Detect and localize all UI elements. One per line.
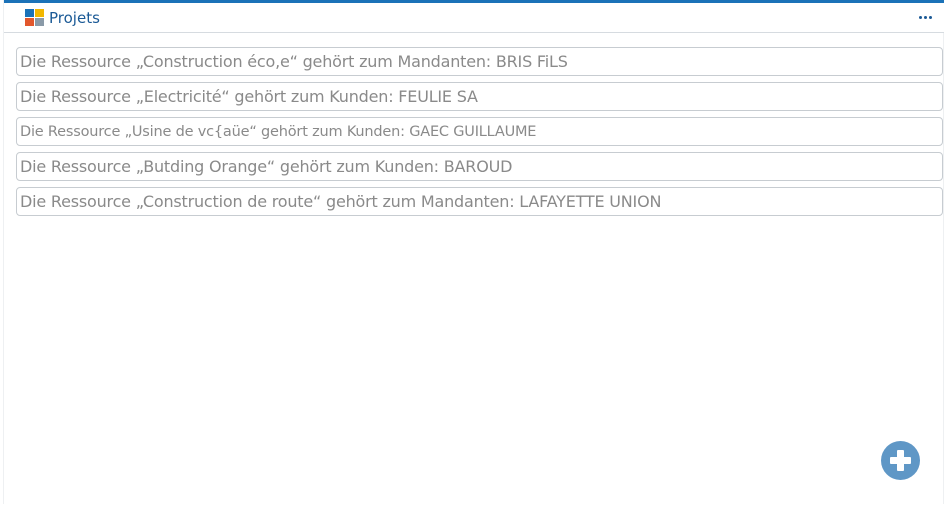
projects-panel: Projets Die Ressource „Construction éco,…: [3, 0, 944, 504]
panel-header: Projets: [4, 0, 944, 33]
list-item[interactable]: Die Ressource „Electricité“ gehört zum K…: [16, 82, 943, 111]
list-item[interactable]: Die Ressource „Butding Orange“ gehört zu…: [16, 152, 943, 181]
ellipsis-dot: [928, 15, 932, 19]
list-item-text: Die Ressource „Butding Orange“ gehört zu…: [20, 157, 513, 176]
more-options-button[interactable]: [914, 7, 936, 27]
tiles-icon: [25, 9, 44, 26]
plus-icon-stroke: [897, 450, 904, 471]
add-button[interactable]: [881, 441, 920, 480]
ellipsis-dot: [923, 15, 927, 19]
list-item[interactable]: Die Ressource „Construction de route“ ge…: [16, 187, 943, 216]
list-item-text: Die Ressource „Construction éco,e“ gehör…: [20, 52, 568, 71]
list-item[interactable]: Die Ressource „Construction éco,e“ gehör…: [16, 47, 943, 76]
list-item-text: Die Ressource „Usine de vc{aüe“ gehört z…: [20, 123, 537, 140]
resource-list: Die Ressource „Construction éco,e“ gehör…: [16, 47, 943, 222]
list-item[interactable]: Die Ressource „Usine de vc{aüe“ gehört z…: [16, 117, 943, 146]
list-item-text: Die Ressource „Construction de route“ ge…: [20, 192, 662, 211]
list-item-text: Die Ressource „Electricité“ gehört zum K…: [20, 87, 478, 106]
ellipsis-icon: [918, 15, 922, 19]
page-title: Projets: [49, 9, 100, 27]
